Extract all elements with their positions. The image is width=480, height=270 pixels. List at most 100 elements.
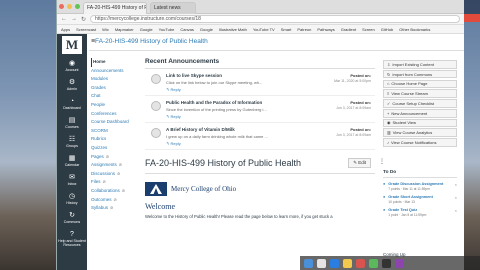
bookmark[interactable]: YouTube: [159, 27, 175, 32]
choose-home-page-button[interactable]: ⌂ Choose Home Page: [383, 79, 457, 89]
announcement-title[interactable]: Public Health and the Paradox of Informa…: [166, 100, 296, 105]
bookmark[interactable]: Canvas: [180, 27, 194, 32]
bookmark[interactable]: Patreon: [297, 27, 311, 32]
course-nav-item[interactable]: Quizzes: [91, 144, 139, 153]
announcement-item[interactable]: Public Health and the Paradox of Informa…: [145, 96, 375, 123]
bookmark[interactable]: Smart: [281, 27, 292, 32]
edit-button[interactable]: ✎ Edit: [348, 158, 371, 168]
import-content-button[interactable]: ⇩ Import Existing Content: [383, 60, 457, 69]
course-nav-item[interactable]: Rubrics: [91, 135, 139, 144]
course-nav-item[interactable]: Collaborations ⊘: [91, 187, 139, 196]
forward-icon[interactable]: →: [71, 16, 77, 22]
bookmark[interactable]: YouTube TV: [253, 27, 275, 32]
hidden-eye-icon: ⊘: [117, 170, 121, 176]
announcement-title[interactable]: Link to live Skype session: [166, 73, 296, 78]
close-window-button[interactable]: [59, 4, 64, 9]
course-nav-item[interactable]: Modules: [91, 75, 139, 84]
course-nav-item[interactable]: Conferences: [91, 110, 139, 119]
course-nav-item[interactable]: Assignments ⊘: [91, 161, 139, 170]
admin-icon: ⚙: [68, 78, 76, 86]
todo-item[interactable]: ● Grade Discussion Assignment 7 points · M…: [383, 182, 457, 191]
bookmark[interactable]: Gradient: [341, 27, 356, 32]
grade-icon: ●: [383, 208, 386, 212]
bookmark[interactable]: Google: [140, 27, 153, 32]
app-icon[interactable]: [356, 258, 365, 268]
global-nav-commons[interactable]: ↻ Commons: [57, 208, 87, 227]
global-nav-admin[interactable]: ⚙ Admin: [57, 75, 87, 94]
dismiss-icon[interactable]: ×: [455, 195, 457, 204]
course-nav-item[interactable]: Outcomes ⊘: [91, 196, 139, 205]
course-nav-item[interactable]: Discussions ⊘: [91, 170, 139, 179]
courses-icon: ▤: [68, 116, 76, 124]
course-nav-item[interactable]: Chat: [91, 92, 139, 101]
more-options-icon[interactable]: ⋮: [379, 158, 385, 165]
app-icon[interactable]: [369, 258, 378, 268]
maximize-window-button[interactable]: [75, 4, 80, 9]
course-nav-item[interactable]: Files ⊘: [91, 178, 139, 187]
dismiss-icon[interactable]: ×: [455, 182, 457, 191]
global-nav-courses[interactable]: ▤ Courses: [57, 113, 87, 132]
bookmark[interactable]: Apps: [61, 27, 70, 32]
course-navigation: Home Announcements Modules Grades Chat P…: [91, 58, 139, 213]
global-nav-history[interactable]: ◷ History: [57, 189, 87, 208]
reply-link[interactable]: ↰ Reply: [166, 114, 296, 119]
global-nav-inbox[interactable]: ✉ Inbox: [57, 170, 87, 189]
bookmark[interactable]: Mapmaker: [115, 27, 134, 32]
announcement-item[interactable]: A Brief History of Vitamin D/Milk I grew…: [145, 123, 375, 150]
hidden-eye-icon: ⊘: [113, 196, 117, 202]
app-icon[interactable]: [330, 258, 339, 268]
import-commons-button[interactable]: ↻ Import from Commons: [383, 69, 457, 79]
course-nav-item[interactable]: People: [91, 101, 139, 110]
announcement-title[interactable]: A Brief History of Vitamin D/Milk: [166, 127, 296, 132]
breadcrumb[interactable]: FA-20-HIS-499 History of Public Health: [95, 38, 208, 45]
bookmark[interactable]: Pathways: [317, 27, 334, 32]
back-icon[interactable]: ←: [61, 16, 67, 22]
course-setup-checklist-button[interactable]: ✓ Course Setup Checklist: [383, 99, 457, 108]
student-view-button[interactable]: ◉ Student View: [383, 118, 457, 128]
bookmark[interactable]: Screencast: [76, 27, 96, 32]
reply-link[interactable]: ↰ Reply: [166, 141, 296, 146]
todo-list: To Do ● Grade Discussion Assignment 7 poin…: [383, 170, 457, 217]
announcement-item[interactable]: Link to live Skype session Click on the …: [145, 69, 375, 96]
global-nav-help[interactable]: ? Help and Student Resources: [57, 227, 87, 251]
course-nav-item[interactable]: Syllabus ⊘: [91, 204, 139, 213]
minimize-window-button[interactable]: [67, 4, 72, 9]
todo-item[interactable]: ● Grade Short Assignment 10 points · Mar 1…: [383, 195, 457, 204]
course-nav-item[interactable]: Course Dashboard: [91, 118, 139, 127]
course-notifications-button[interactable]: ♪ View Course Notifications: [383, 138, 457, 147]
reload-icon[interactable]: ↻: [81, 16, 86, 23]
app-icon[interactable]: [317, 258, 326, 268]
app-icon[interactable]: [395, 258, 404, 268]
course-analytics-button[interactable]: ▥ View Course Analytics: [383, 128, 457, 138]
bookmark[interactable]: Screen: [362, 27, 375, 32]
bookmark[interactable]: Illustrative Math: [219, 27, 247, 32]
hidden-eye-icon: ⊘: [121, 187, 126, 193]
course-nav-item[interactable]: Pages ⊘: [91, 153, 139, 162]
course-nav-item[interactable]: Announcements: [91, 67, 139, 76]
browser-tab-active[interactable]: FA-20-HIS-499 History of Pu: [83, 1, 147, 14]
global-nav-account[interactable]: ◉ Account: [57, 56, 87, 75]
url-field[interactable]: https://mercycollege.instructure.com/cou…: [90, 15, 460, 23]
global-nav-groups[interactable]: ☷ Groups: [57, 132, 87, 151]
announcement-body: I grew up on a daily farm drinking whole…: [166, 134, 268, 139]
course-nav-item[interactable]: Grades: [91, 84, 139, 93]
new-announcement-button[interactable]: + New Announcement: [383, 108, 457, 118]
view-course-stream-button[interactable]: ≡ View Course Stream: [383, 89, 457, 98]
finder-icon[interactable]: [304, 258, 313, 268]
hidden-eye-icon: ⊘: [118, 162, 123, 168]
browser-tab[interactable]: Latest news: [150, 1, 196, 14]
app-icon[interactable]: [382, 258, 391, 268]
bookmark[interactable]: Google: [200, 27, 213, 32]
bookmark[interactable]: GitHub: [381, 27, 393, 32]
global-nav-calendar[interactable]: ▦ Calendar: [57, 151, 87, 170]
bookmark[interactable]: Wix: [102, 27, 109, 32]
dismiss-icon[interactable]: ×: [455, 208, 457, 217]
course-nav-item[interactable]: SCORM: [91, 127, 139, 136]
global-nav-dashboard[interactable]: ◔ Dashboard: [57, 94, 87, 113]
reply-link[interactable]: ↰ Reply: [166, 87, 296, 92]
course-nav-home[interactable]: Home: [91, 58, 139, 67]
app-icon[interactable]: [343, 258, 352, 268]
bookmark[interactable]: Other Bookmarks: [399, 27, 430, 32]
todo-item[interactable]: ● Grade Test Quiz 1 point · Jan 5 at 11:59…: [383, 208, 457, 217]
mercy-logo[interactable]: M: [57, 34, 87, 56]
